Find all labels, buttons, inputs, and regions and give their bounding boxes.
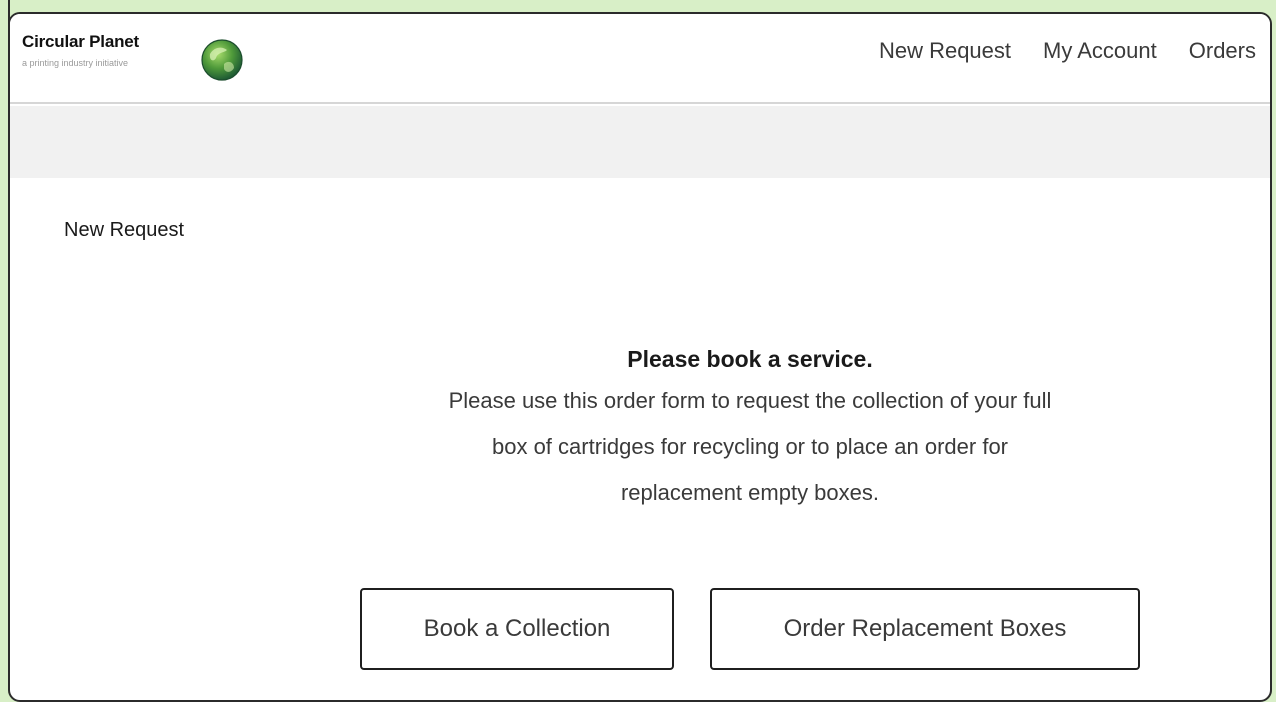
- service-prompt: Please book a service. Please use this o…: [430, 344, 1070, 516]
- globe-icon: [201, 39, 243, 81]
- page-title: New Request: [64, 219, 185, 241]
- nav-new-request[interactable]: New Request: [879, 38, 1011, 64]
- brand-name: Circular Planet: [22, 32, 139, 51]
- order-replacement-boxes-button[interactable]: Order Replacement Boxes: [710, 588, 1140, 670]
- top-nav-bar: Circular Planet a printing industry init…: [10, 14, 1270, 104]
- brand-tagline: a printing industry initiative: [22, 58, 129, 68]
- book-collection-button[interactable]: Book a Collection: [360, 588, 674, 670]
- app-window: Circular Planet a printing industry init…: [8, 12, 1272, 702]
- nav-my-account[interactable]: My Account: [1043, 38, 1157, 64]
- nav-orders[interactable]: Orders: [1189, 38, 1256, 64]
- prompt-heading: Please book a service.: [627, 346, 873, 372]
- page-banner: [10, 106, 1270, 178]
- main-nav: New Request My Account Orders: [879, 38, 1256, 64]
- brand-logo[interactable]: Circular Planet a printing industry init…: [22, 32, 243, 92]
- action-buttons: Book a Collection Order Replacement Boxe…: [360, 588, 1140, 670]
- prompt-body: Please use this order form to request th…: [448, 388, 1052, 505]
